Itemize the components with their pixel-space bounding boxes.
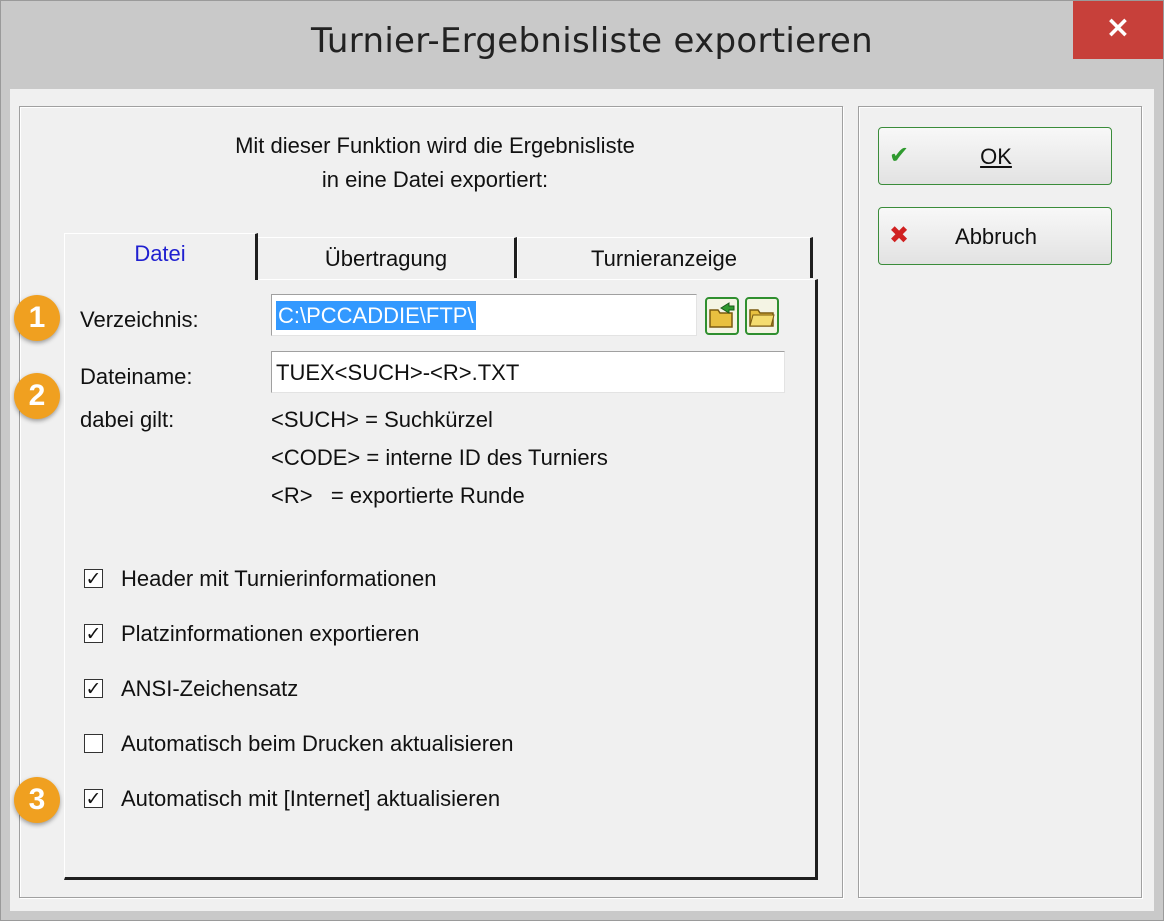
tab-turnieranzeige[interactable]: Turnieranzeige bbox=[517, 237, 813, 278]
checkbox-ansi[interactable]: ✓ bbox=[84, 678, 103, 700]
checkbox-internet-mark: ✓ bbox=[85, 788, 102, 810]
legend-such: <SUCH> = Suchkürzel bbox=[271, 407, 493, 432]
checkbox-ansi-label[interactable]: ANSI-Zeichensatz bbox=[121, 676, 298, 702]
dialog-window: Turnier-Ergebnisliste exportieren × Mit … bbox=[0, 0, 1164, 921]
intro-line-2: in eine Datei exportiert: bbox=[321, 167, 549, 192]
intro-line-1: Mit dieser Funktion wird die Ergebnislis… bbox=[235, 133, 635, 158]
tab-datei[interactable]: Datei bbox=[64, 233, 258, 280]
checkbox-drucken-label[interactable]: Automatisch beim Drucken aktualisieren bbox=[121, 731, 514, 757]
annotation-badge-3: 3 bbox=[14, 777, 60, 823]
tab-uebertragung[interactable]: Übertragung bbox=[257, 237, 517, 278]
checkbox-internet-label[interactable]: Automatisch mit [Internet] aktualisieren bbox=[121, 786, 500, 812]
dialog-client-area: Mit dieser Funktion wird die Ergebnislis… bbox=[10, 89, 1154, 911]
directory-input[interactable]: C:\PCCADDIE\FTP\ bbox=[271, 294, 697, 336]
browse-folder-button[interactable] bbox=[705, 297, 739, 335]
cancel-button[interactable]: ✖ Abbruch bbox=[878, 207, 1112, 265]
legend-code: <CODE> = interne ID des Turniers bbox=[271, 445, 608, 470]
checkbox-platzinfo[interactable]: ✓ bbox=[84, 623, 103, 645]
open-folder-button[interactable] bbox=[745, 297, 779, 335]
legend-label: dabei gilt: bbox=[80, 407, 175, 432]
filename-label: Dateiname: bbox=[80, 364, 193, 389]
title-bar: Turnier-Ergebnisliste exportieren × bbox=[1, 1, 1163, 89]
ok-button-label: OK bbox=[980, 144, 1012, 169]
close-button[interactable]: × bbox=[1073, 1, 1163, 59]
cancel-button-label: Abbruch bbox=[955, 224, 1037, 249]
checkbox-header-label[interactable]: Header mit Turnierinformationen bbox=[121, 566, 436, 592]
checkbox-internet[interactable]: ✓ bbox=[84, 788, 103, 810]
checkbox-header[interactable]: ✓ bbox=[84, 568, 103, 590]
folder-open-icon bbox=[709, 302, 735, 328]
checkbox-platzinfo-mark: ✓ bbox=[85, 623, 102, 645]
legend-runde: <R> = exportierte Runde bbox=[271, 483, 525, 508]
directory-label: Verzeichnis: bbox=[80, 307, 199, 332]
checkbox-header-mark: ✓ bbox=[85, 568, 102, 590]
ok-button[interactable]: ✔ OK bbox=[878, 127, 1112, 185]
annotation-badge-2: 2 bbox=[14, 373, 60, 419]
checkbox-drucken[interactable] bbox=[84, 734, 103, 753]
filename-input[interactable]: TUEX<SUCH>-<R>.TXT bbox=[271, 351, 785, 393]
checkbox-platzinfo-label[interactable]: Platzinformationen exportieren bbox=[121, 621, 419, 647]
checkbox-ansi-mark: ✓ bbox=[85, 678, 102, 700]
directory-value: C:\PCCADDIE\FTP\ bbox=[276, 301, 476, 330]
folder-icon bbox=[749, 309, 775, 327]
annotation-badge-1: 1 bbox=[14, 295, 60, 341]
window-title: Turnier-Ergebnisliste exportieren bbox=[311, 21, 873, 61]
